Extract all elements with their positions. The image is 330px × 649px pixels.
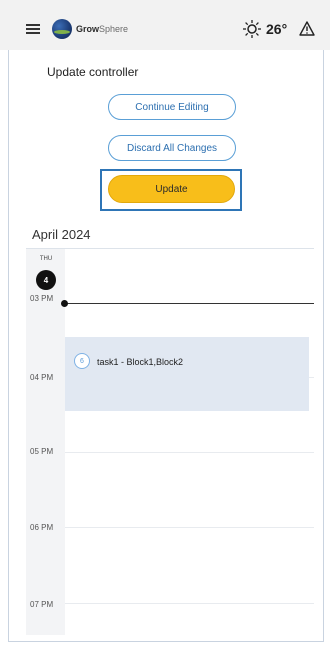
hour-divider <box>65 603 314 604</box>
hour-label: 04 PM <box>30 373 54 382</box>
day-calendar[interactable]: THU 4 03 PM 04 PM 05 PM 06 PM 07 PM 6 ta… <box>26 248 314 635</box>
alert-icon[interactable] <box>299 21 315 36</box>
continue-editing-button[interactable]: Continue Editing <box>108 94 236 120</box>
time-gutter: THU 4 03 PM 04 PM 05 PM 06 PM 07 PM <box>26 249 65 635</box>
logo-icon <box>52 19 72 39</box>
temperature: 26° <box>266 21 288 37</box>
current-time-dot <box>61 300 68 307</box>
weather-widget: 26° <box>242 19 287 39</box>
day-name: THU <box>39 256 53 262</box>
hour-divider <box>65 527 314 528</box>
hour-label: 05 PM <box>30 447 54 456</box>
hour-divider <box>65 452 314 453</box>
calendar-month: April 2024 <box>32 227 91 242</box>
sun-icon <box>243 20 261 38</box>
brand-logo[interactable]: GrowSphere <box>52 19 128 39</box>
discard-changes-button[interactable]: Discard All Changes <box>108 135 236 161</box>
hour-label: 07 PM <box>30 600 54 609</box>
current-time-line <box>65 303 314 304</box>
update-button[interactable]: Update <box>108 175 235 203</box>
day-number-badge[interactable]: 4 <box>36 270 56 290</box>
event-index-icon: 6 <box>74 353 90 369</box>
brand-name: GrowSphere <box>76 24 129 34</box>
hour-label: 06 PM <box>30 523 54 532</box>
calendar-event[interactable]: 6 task1 - Block1,Block2 <box>65 337 309 411</box>
top-bar: GrowSphere 26° <box>0 0 330 50</box>
hamburger-icon[interactable] <box>26 24 40 34</box>
event-title: task1 - Block1,Block2 <box>97 357 184 367</box>
panel-title: Update controller <box>47 65 139 79</box>
hour-label: 03 PM <box>30 294 54 303</box>
